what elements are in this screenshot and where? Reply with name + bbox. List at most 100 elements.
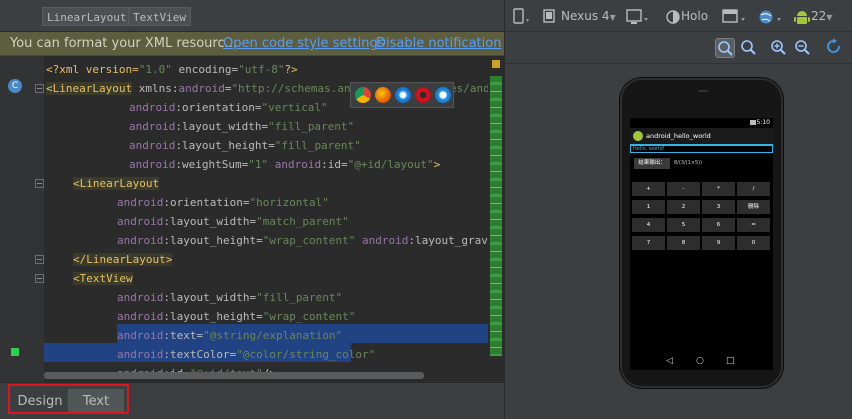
refresh-button[interactable] <box>825 38 845 58</box>
open-code-style-settings-link[interactable]: Open code style settings <box>223 36 384 51</box>
code-token: xmlns: <box>132 82 179 95</box>
device-selector[interactable]: Nexus 4▼ <box>541 6 616 26</box>
phone-rotate-icon <box>513 7 529 24</box>
keypad-key[interactable]: 9 <box>702 236 735 250</box>
code-line: <TextView <box>73 269 133 288</box>
class-marker-icon[interactable]: C <box>8 79 22 93</box>
activity-menu[interactable] <box>721 6 747 26</box>
breadcrumb: LinearLayout TextView <box>0 0 504 32</box>
notification-message: You can format your XML resourc... <box>10 36 238 51</box>
keypad-key[interactable]: 4 <box>632 218 665 232</box>
code-token: :layout_height= <box>175 139 275 152</box>
xml-editor-pane: LinearLayout TextView You can format you… <box>0 0 504 419</box>
design-canvas[interactable]: 5:10 android_hello_world Hello, world! 结… <box>505 64 852 419</box>
code-token: <LinearLayout <box>46 82 133 95</box>
app-action-bar: android_hello_world <box>630 128 773 145</box>
keypad-key[interactable]: 7 <box>632 236 665 250</box>
horizontal-scrollbar[interactable] <box>44 372 424 379</box>
highlight-outline <box>8 384 129 414</box>
code-token: "@+id/layout" <box>347 158 434 171</box>
code-token: "horizontal" <box>249 196 329 209</box>
api-level-selector[interactable]: 22▼ <box>793 6 832 26</box>
result-label-button[interactable]: 结果输出： <box>634 158 670 169</box>
back-icon: ◁ <box>666 356 673 366</box>
device-screen[interactable]: 5:10 android_hello_world Hello, world! 结… <box>630 118 773 370</box>
nexus-device-frame: 5:10 android_hello_world Hello, world! 结… <box>620 78 783 388</box>
device-orientation-menu[interactable] <box>511 6 531 26</box>
fold-toggle-icon[interactable] <box>35 84 44 93</box>
warning-marker-icon[interactable] <box>492 60 500 68</box>
fold-toggle-icon[interactable] <box>35 255 44 264</box>
breadcrumb-linearlayout[interactable]: LinearLayout <box>42 7 132 26</box>
code-token: android <box>178 82 225 95</box>
disable-notification-link[interactable]: Disable notification <box>376 36 501 51</box>
breadcrumb-textview[interactable]: TextView <box>128 7 191 26</box>
keypad-key[interactable]: * <box>702 182 735 196</box>
code-token: "utf-8" <box>238 63 285 76</box>
zoom-out-icon <box>795 40 810 55</box>
code-token: :layout_height= <box>163 310 263 323</box>
keypad-key[interactable]: 5 <box>667 218 700 232</box>
safari-icon[interactable] <box>395 87 411 103</box>
keypad-key[interactable]: 0 <box>737 236 770 250</box>
theme-selector[interactable]: Holo <box>665 6 708 26</box>
code-token: android <box>117 310 164 323</box>
code-token: android <box>129 139 176 152</box>
open-in-browser-popup <box>350 82 454 108</box>
code-token: <LinearLayout <box>73 177 160 190</box>
theme-variant-menu[interactable] <box>625 6 649 26</box>
keypad-key[interactable]: 8 <box>667 236 700 250</box>
firefox-icon[interactable] <box>375 87 391 103</box>
activity-layout-icon <box>722 8 745 23</box>
system-nav-bar: ◁ ○ □ <box>630 352 773 370</box>
code-token: "wrap_content" <box>262 310 356 323</box>
zoom-toolbar <box>505 32 852 64</box>
hello-text: Hello, world! <box>633 146 665 152</box>
zoom-to-fit-button[interactable] <box>715 38 735 58</box>
keypad-key[interactable]: + <box>632 182 665 196</box>
code-line: android:orientation="vertical" <box>129 98 328 117</box>
keypad-key[interactable]: / <box>737 182 770 196</box>
code-token: "1" <box>248 158 269 171</box>
code-token: android <box>117 348 164 361</box>
code-token: "vertical" <box>261 101 328 114</box>
locale-menu[interactable] <box>757 6 783 26</box>
error-stripe[interactable] <box>488 56 504 360</box>
code-token: android <box>362 234 409 247</box>
green-marker-icon <box>11 348 19 356</box>
code-line: android:layout_height="wrap_content" <box>117 307 355 326</box>
code-line: android:layout_height="wrap_content" and… <box>117 231 504 250</box>
recents-icon: □ <box>726 356 735 366</box>
keypad-key[interactable]: 1 <box>632 200 665 214</box>
zoom-fit-icon <box>718 41 733 56</box>
app-icon <box>633 131 643 141</box>
code-token: :text= <box>163 329 204 342</box>
zoom-out-button[interactable] <box>793 38 813 58</box>
fold-toggle-icon[interactable] <box>35 274 44 283</box>
zoom-in-icon <box>771 40 786 55</box>
code-token: android <box>117 196 164 209</box>
keypad-key[interactable]: = <box>737 218 770 232</box>
fold-toggle-icon[interactable] <box>35 179 44 188</box>
keypad-key[interactable]: 6 <box>702 218 735 232</box>
selected-textview[interactable]: Hello, world! <box>630 145 773 153</box>
code-line: android:textColor="@color/string_color" <box>117 345 375 364</box>
preview-toolbar: Nexus 4▼ Holo 22▼ <box>505 0 852 32</box>
keypad-key[interactable]: 3 <box>702 200 735 214</box>
ide-window: LinearLayout TextView You can format you… <box>0 0 852 419</box>
code-token: "match_parent" <box>256 215 349 228</box>
api-level: 22 <box>811 9 827 23</box>
keypad-key[interactable]: 删除 <box>737 200 770 214</box>
speaker-grille <box>698 90 708 92</box>
keypad-key[interactable]: 2 <box>667 200 700 214</box>
keypad-key[interactable]: - <box>667 182 700 196</box>
zoom-in-button[interactable] <box>769 38 789 58</box>
code-token: <TextView <box>73 272 133 285</box>
zoom-actual-size-button[interactable] <box>739 38 759 58</box>
theme-name: Holo <box>681 9 709 23</box>
internet-explorer-icon[interactable] <box>435 87 451 103</box>
opera-icon[interactable] <box>415 87 431 103</box>
chrome-icon[interactable] <box>355 87 371 103</box>
code-editor[interactable]: C <?xml version="1.0" encoding="utf-8"?>… <box>0 56 504 382</box>
battery-icon <box>750 120 756 125</box>
